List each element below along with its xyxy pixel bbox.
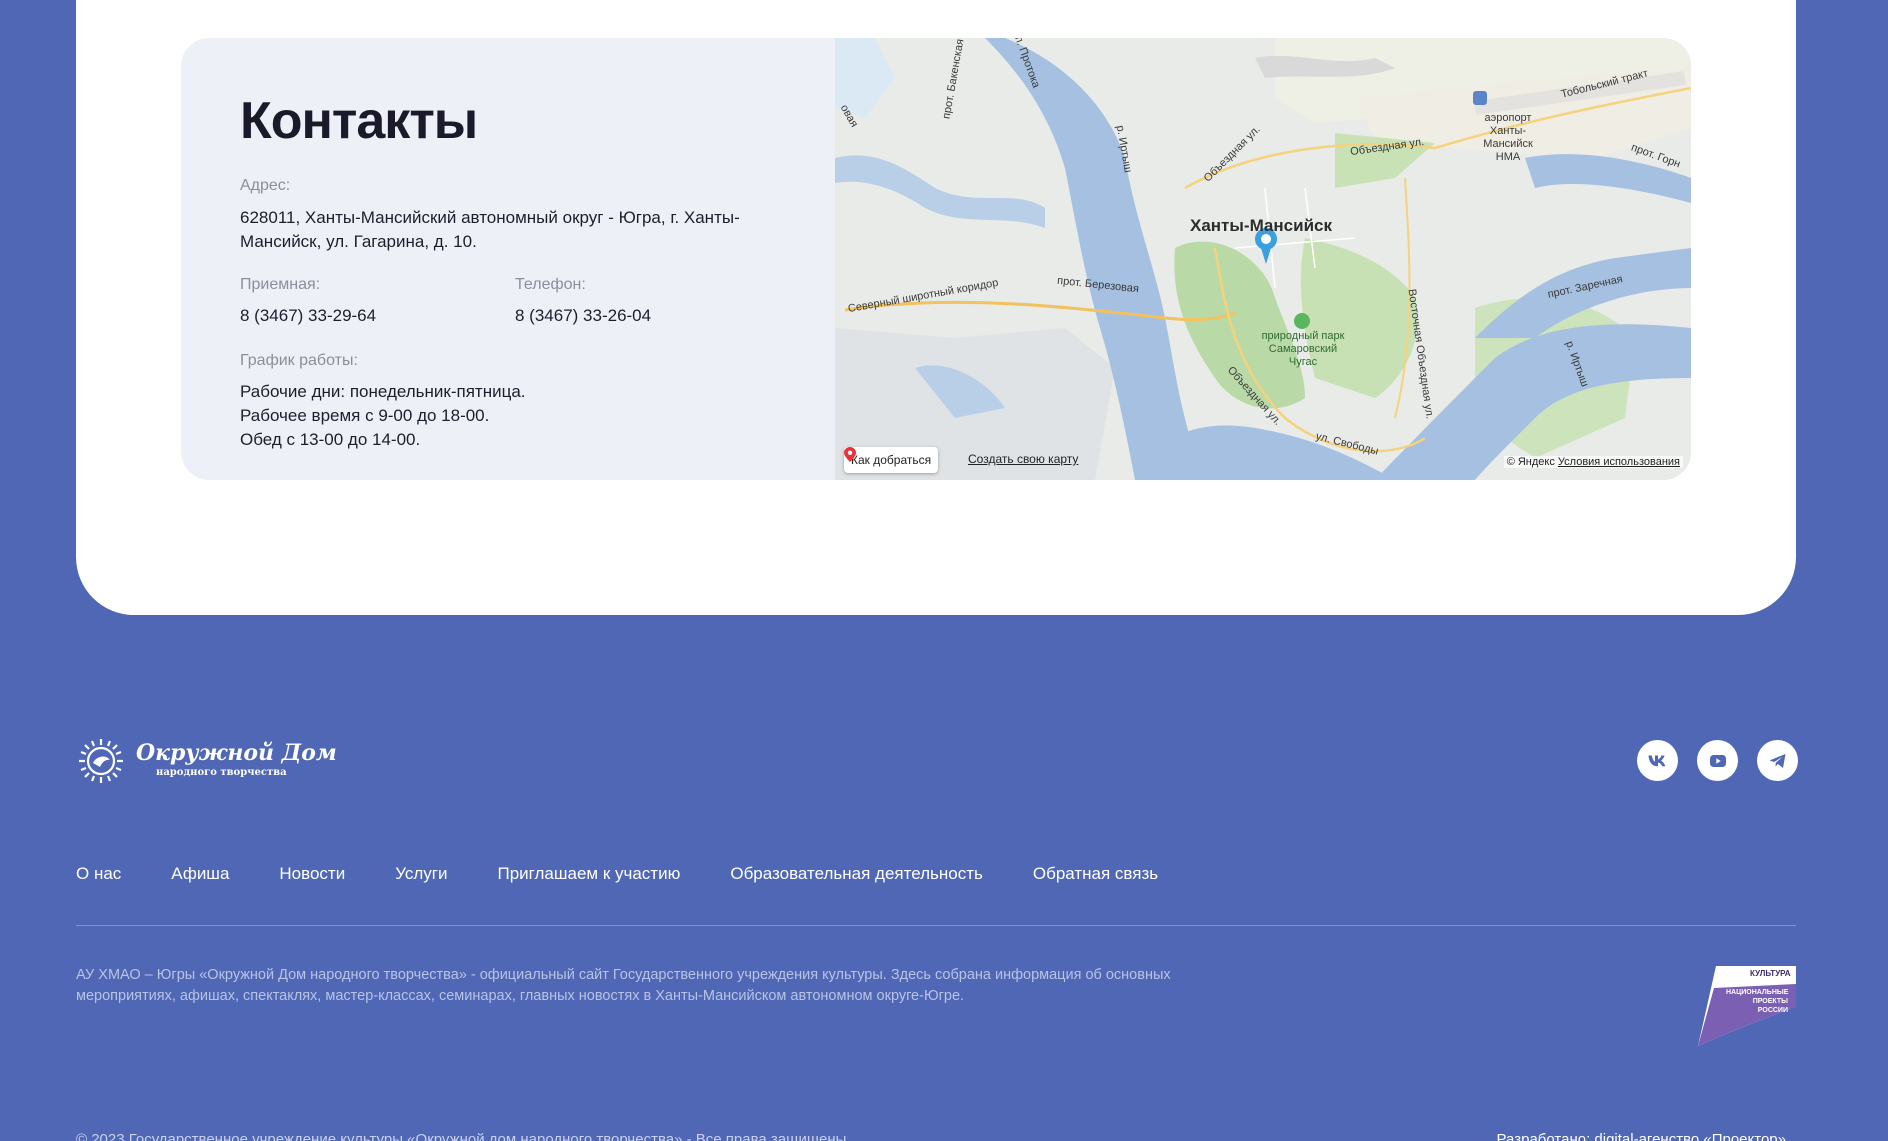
badge-line: ПРОЕКТЫ xyxy=(1752,998,1788,1005)
map-city-label: Ханты-Мансийск xyxy=(1190,216,1332,235)
footer-divider xyxy=(76,925,1796,926)
contacts-section: Контакты Адрес: 628011, Ханты-Мансийский… xyxy=(181,38,1691,480)
schedule: Рабочие дни: понедельник-пятница. Рабоче… xyxy=(240,380,800,452)
vk-link[interactable] xyxy=(1637,740,1678,781)
footer-nav: О нас Афиша Новости Услуги Приглашаем к … xyxy=(76,864,1208,884)
phone-block: Телефон: 8 (3467) 33-26-04 xyxy=(515,275,790,328)
youtube-icon xyxy=(1709,754,1726,767)
phones-row: Приемная: 8 (3467) 33-29-64 Телефон: 8 (… xyxy=(240,275,800,328)
footer-developer[interactable]: Разработано: digital-агенство «Проектор» xyxy=(1497,1131,1786,1141)
address-label: Адрес: xyxy=(240,177,291,194)
address-value: 628011, Ханты-Мансийский автономный окру… xyxy=(240,208,740,251)
contacts-title: Контакты xyxy=(240,92,478,150)
logo-sun-icon xyxy=(79,739,123,783)
telegram-link[interactable] xyxy=(1757,740,1798,781)
footer-copyright: © 2023 Государственное учреждение культу… xyxy=(76,1131,847,1141)
logo-subtitle: народного творчества xyxy=(156,767,287,778)
map-label-airport: аэропорт Ханты-Мансийск НМА xyxy=(1483,112,1533,163)
telegram-icon xyxy=(1769,753,1785,768)
badge-line: РОССИИ xyxy=(1757,1007,1788,1014)
footer-logo[interactable]: Окружной Дом народного творчества xyxy=(76,736,337,786)
phone-value[interactable]: 8 (3467) 33-26-04 xyxy=(515,304,790,328)
youtube-link[interactable] xyxy=(1697,740,1738,781)
schedule-line: Рабочие дни: понедельник-пятница. xyxy=(240,382,526,401)
reception-label: Приемная: xyxy=(240,276,321,293)
vk-icon xyxy=(1648,755,1665,766)
badge-top: КУЛЬТУРА xyxy=(1750,969,1791,978)
phone-label: Телефон: xyxy=(515,276,586,293)
nav-item-about[interactable]: О нас xyxy=(76,864,121,884)
reception-phone[interactable]: 8 (3467) 33-29-64 xyxy=(240,304,515,328)
schedule-line: Рабочее время с 9-00 до 18-00. xyxy=(240,406,490,425)
nav-item-education[interactable]: Образовательная деятельность xyxy=(730,864,983,884)
yandex-map[interactable]: Ханты-Мансийск аэропорт Ханты-Мансийск Н… xyxy=(835,38,1691,480)
create-map-link[interactable]: Создать свою карту xyxy=(968,452,1078,466)
badge-lines: НАЦИОНАЛЬНЫЕ ПРОЕКТЫ РОССИИ xyxy=(1726,988,1788,1015)
footer-about-text: АУ ХМАО – Югры «Окружной Дом народного т… xyxy=(76,967,1171,1004)
nav-item-feedback[interactable]: Обратная связь xyxy=(1033,864,1158,884)
nav-item-invite[interactable]: Приглашаем к участию xyxy=(498,864,681,884)
nav-item-afisha[interactable]: Афиша xyxy=(171,864,229,884)
map-pin-icon xyxy=(844,447,856,462)
route-button-label: Как добраться xyxy=(851,453,932,467)
badge-line: НАЦИОНАЛЬНЫЕ xyxy=(1726,989,1789,996)
contacts-info: Контакты Адрес: 628011, Ханты-Мансийский… xyxy=(240,86,800,452)
map-label-park: природный парк Самаровский Чугас xyxy=(1261,330,1345,368)
schedule-line: Обед с 13-00 до 14-00. xyxy=(240,430,421,449)
schedule-label: График работы: xyxy=(240,352,358,369)
route-button[interactable]: Как добраться xyxy=(844,447,939,473)
nav-item-news[interactable]: Новости xyxy=(279,864,345,884)
map-terms-link[interactable]: Условия использования xyxy=(1558,456,1680,468)
nav-item-services[interactable]: Услуги xyxy=(395,864,447,884)
reception-block: Приемная: 8 (3467) 33-29-64 xyxy=(240,275,515,328)
map-copyright: © Яндекс Условия использования xyxy=(1503,456,1683,468)
logo-name: Окружной Дом xyxy=(136,740,337,766)
yandex-copyright: © Яндекс xyxy=(1506,456,1555,468)
national-projects-badge[interactable]: КУЛЬТУРА НАЦИОНАЛЬНЫЕ ПРОЕКТЫ РОССИИ xyxy=(1698,966,1796,1046)
